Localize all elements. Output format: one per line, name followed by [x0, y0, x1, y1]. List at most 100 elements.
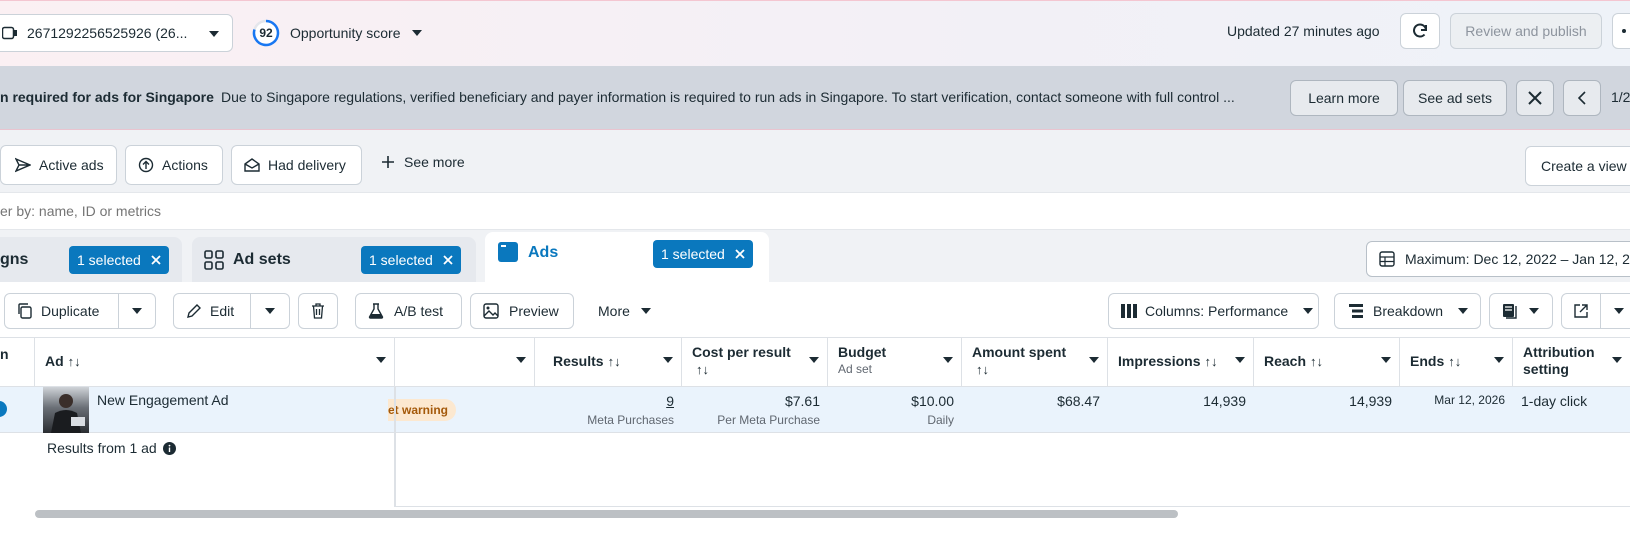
learn-more-button[interactable]: Learn more	[1290, 80, 1398, 116]
tab-campaigns[interactable]: gns 1 selected	[0, 237, 182, 282]
sort-icon[interactable]: ↑↓	[1310, 354, 1323, 369]
more-options-button[interactable]	[1612, 13, 1630, 49]
column-header-budget[interactable]: Budget Ad set	[828, 338, 962, 388]
active-ads-filter[interactable]: Active ads	[0, 145, 117, 185]
caret-down-icon[interactable]	[1381, 357, 1391, 363]
more-actions-button[interactable]: More	[598, 303, 652, 319]
ads-selected-chip[interactable]: 1 selected	[653, 240, 753, 268]
learn-more-label: Learn more	[1308, 90, 1380, 106]
column-header-ends[interactable]: Ends ↑↓	[1400, 338, 1513, 388]
close-icon[interactable]	[151, 255, 161, 265]
close-icon[interactable]	[735, 249, 745, 259]
results-link[interactable]: 9	[666, 393, 674, 409]
caret-down-icon[interactable]	[376, 357, 386, 363]
preview-button[interactable]: Preview	[470, 293, 574, 329]
see-ad-sets-button[interactable]: See ad sets	[1403, 80, 1507, 116]
create-view-button[interactable]: Create a view	[1525, 146, 1630, 186]
actions-filter[interactable]: Actions	[125, 145, 223, 185]
alert-title: n required for ads for Singapore	[0, 89, 214, 105]
level-tabs: gns 1 selected Ad sets 1 selected Ads 1 …	[0, 230, 1630, 282]
sort-icon[interactable]: ↑↓	[608, 354, 621, 369]
cell-ends: Mar 12, 2026	[1400, 387, 1513, 433]
edit-dropdown[interactable]	[250, 293, 290, 329]
tab-ad-sets[interactable]: Ad sets 1 selected	[192, 237, 476, 282]
account-selector[interactable]: 2671292256525926 (26...	[0, 14, 233, 52]
delivery-toggle[interactable]	[0, 400, 8, 418]
ad-name-link[interactable]: New Engagement Ad	[97, 392, 229, 408]
flask-icon	[368, 303, 384, 319]
cell-budget[interactable]: $10.00 Daily	[828, 387, 962, 433]
ad-sets-selected-chip[interactable]: 1 selected	[361, 246, 461, 274]
info-icon[interactable]	[162, 441, 176, 455]
ads-toolbar: Duplicate Edit A/B test Preview More Col…	[0, 282, 1630, 337]
sort-icon[interactable]: ↑↓	[1448, 354, 1461, 369]
sort-icon[interactable]: ↑↓	[976, 362, 1097, 377]
column-header-results[interactable]: Results ↑↓	[535, 338, 682, 388]
column-header-reach[interactable]: Reach ↑↓	[1254, 338, 1400, 388]
column-header-label: Amount spent	[972, 344, 1067, 360]
calendar-table-icon	[1379, 251, 1395, 267]
breakdown-label: Breakdown	[1373, 303, 1444, 319]
chevron-down-icon	[131, 307, 143, 315]
column-header-label: Ends	[1410, 353, 1445, 369]
ab-test-button[interactable]: A/B test	[355, 293, 462, 329]
external-link-icon	[1574, 304, 1588, 318]
caret-down-icon[interactable]	[1612, 357, 1622, 363]
duplicate-dropdown[interactable]	[118, 293, 156, 329]
caret-down-icon[interactable]	[663, 357, 673, 363]
column-header-ad[interactable]: Ad ↑↓	[35, 338, 395, 388]
image-icon	[483, 303, 499, 319]
breakdown-button[interactable]: Breakdown	[1334, 293, 1481, 329]
ends-value: Mar 12, 2026	[1434, 393, 1505, 407]
export-dropdown[interactable]	[1600, 293, 1630, 329]
sort-icon[interactable]: ↑↓	[68, 354, 81, 369]
chevron-down-icon	[264, 307, 276, 315]
search-input[interactable]	[0, 193, 1000, 229]
previous-alert-button[interactable]	[1563, 80, 1601, 116]
delete-button[interactable]	[298, 293, 338, 329]
column-header-delivery[interactable]	[395, 338, 535, 388]
column-header-attribution-setting[interactable]: Attribution setting	[1513, 338, 1630, 388]
had-delivery-filter[interactable]: Had delivery	[231, 145, 362, 185]
reports-button[interactable]	[1489, 293, 1553, 329]
caret-down-icon[interactable]	[1494, 357, 1504, 363]
table-header: n Ad ↑↓ Results ↑↓ Cost per result ↑↓ Budg…	[0, 337, 1630, 388]
columns-button[interactable]: Columns: Performance	[1108, 293, 1319, 329]
caret-down-icon[interactable]	[1235, 357, 1245, 363]
date-range-picker[interactable]: Maximum: Dec 12, 2022 – Jan 12, 20	[1366, 241, 1630, 277]
table-row[interactable]: New Engagement Ad et warning 9 Meta Purc…	[0, 387, 1630, 433]
opportunity-score-button[interactable]: 92 Opportunity score	[252, 17, 423, 49]
horizontal-scrollbar-thumb[interactable]	[35, 510, 1178, 518]
caret-down-icon[interactable]	[516, 357, 526, 363]
caret-down-icon[interactable]	[943, 357, 953, 363]
column-header-impressions[interactable]: Impressions ↑↓	[1108, 338, 1254, 388]
refresh-button[interactable]	[1400, 13, 1440, 49]
duplicate-button[interactable]: Duplicate	[4, 293, 119, 329]
column-header-amount-spent[interactable]: Amount spent ↑↓	[962, 338, 1108, 388]
export-button[interactable]	[1561, 293, 1601, 329]
reach-value: 14,939	[1349, 393, 1392, 409]
edit-button[interactable]: Edit	[173, 293, 251, 329]
ad-sets-grid-icon	[204, 250, 224, 270]
pencil-icon	[186, 303, 202, 319]
sort-icon[interactable]: ↑↓	[1204, 354, 1217, 369]
attribution-value: 1-day click	[1521, 393, 1588, 409]
caret-down-icon[interactable]	[1089, 357, 1099, 363]
cell-cost-per-result: $7.61 Per Meta Purchase	[682, 387, 828, 433]
close-alert-button[interactable]	[1516, 80, 1554, 116]
column-header-cost-per-result[interactable]: Cost per result ↑↓	[682, 338, 828, 388]
review-publish-button[interactable]: Review and publish	[1450, 13, 1602, 49]
see-more-filters-button[interactable]: See more	[382, 154, 465, 170]
chevron-down-icon	[1457, 307, 1469, 315]
results-summary-label: Results from 1 ad	[47, 440, 157, 456]
column-header-delivery-toggle[interactable]: n	[0, 338, 35, 388]
tab-ads[interactable]: Ads 1 selected	[485, 232, 769, 282]
sort-icon[interactable]: ↑↓	[696, 362, 817, 377]
chevron-down-icon	[1528, 307, 1540, 315]
close-icon[interactable]	[443, 255, 453, 265]
campaigns-selected-chip[interactable]: 1 selected	[69, 246, 169, 274]
results-sublabel: Meta Purchases	[587, 413, 674, 427]
chevron-down-icon	[640, 307, 652, 315]
caret-down-icon[interactable]	[809, 357, 819, 363]
ads-window-icon	[498, 242, 518, 262]
